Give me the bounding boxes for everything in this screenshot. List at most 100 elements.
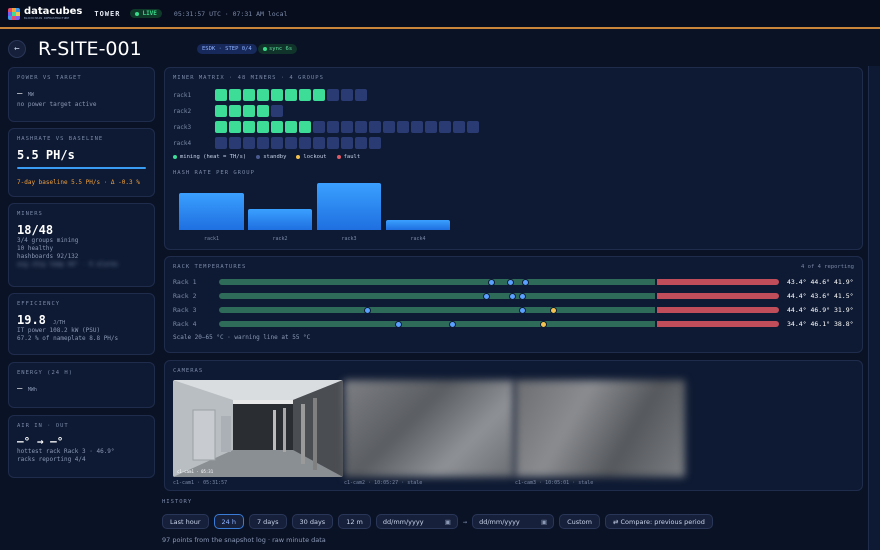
- miner-cell-standby[interactable]: [313, 121, 325, 133]
- temp-row-label: Rack 4: [173, 320, 197, 328]
- miner-cell-standby[interactable]: [327, 137, 339, 149]
- miner-cell-mining[interactable]: [243, 121, 255, 133]
- temp-normal-zone: [219, 279, 656, 285]
- camera-3[interactable]: c1-cam3 · 10:05:01 · stale: [515, 380, 685, 486]
- miner-cell-standby[interactable]: [299, 137, 311, 149]
- miner-cell-mining[interactable]: [229, 105, 241, 117]
- brand-logo[interactable]: datacubes BLOCKCHAIN INFRASTRUCTURE: [8, 7, 82, 20]
- sync-label: sync 6s: [269, 46, 293, 52]
- range-12m-button[interactable]: 12 m: [338, 514, 371, 529]
- camera-2-caption: c1-cam2 · 10:05:27 · stale: [344, 480, 423, 486]
- miner-cell-mining[interactable]: [215, 105, 227, 117]
- range-7d-button[interactable]: 7 days: [248, 514, 287, 529]
- legend-item: mining (heat = TH/s): [173, 154, 246, 160]
- power-unit: MW: [27, 92, 34, 98]
- temp-sensor-point[interactable]: [522, 279, 529, 285]
- temp-sensor-point[interactable]: [519, 293, 526, 299]
- live-label: LIVE: [142, 10, 157, 17]
- miner-cell-standby[interactable]: [271, 105, 283, 117]
- miner-cell-standby[interactable]: [369, 137, 381, 149]
- camera-1-image: [173, 380, 343, 477]
- legend-item: standby: [256, 154, 286, 160]
- efficiency-power: IT power 108.2 kW (PSU): [17, 327, 101, 334]
- miner-cell-standby[interactable]: [439, 121, 451, 133]
- temp-sensor-point[interactable]: [507, 279, 514, 285]
- range-last-hour-button[interactable]: Last hour: [162, 514, 209, 529]
- bar-rack2[interactable]: [248, 209, 312, 230]
- miner-cell-mining[interactable]: [271, 121, 283, 133]
- miner-cell-standby[interactable]: [355, 89, 367, 101]
- miner-cell-standby[interactable]: [229, 137, 241, 149]
- miner-cell-standby[interactable]: [313, 137, 325, 149]
- efficiency-number: 19.8: [17, 313, 46, 327]
- compare-button[interactable]: ⇄ Compare: previous period: [605, 514, 713, 529]
- date-from-input[interactable]: dd/mm/yyyy ▣: [375, 514, 458, 529]
- miner-cell-mining[interactable]: [271, 89, 283, 101]
- camera-1-stamp: c1-cam1 · 05:31: [177, 469, 214, 474]
- live-dot-icon: [135, 11, 140, 16]
- miner-cell-mining[interactable]: [257, 89, 269, 101]
- miner-cell-standby[interactable]: [383, 121, 395, 133]
- miner-cell-standby[interactable]: [341, 121, 353, 133]
- miner-cell-mining[interactable]: [243, 89, 255, 101]
- temp-sensor-point[interactable]: [395, 321, 402, 327]
- back-button[interactable]: ←: [8, 40, 26, 58]
- camera-3-feed[interactable]: [515, 380, 685, 477]
- temp-sensor-point[interactable]: [449, 321, 456, 327]
- bar-rack3[interactable]: [317, 183, 381, 230]
- miner-cell-standby[interactable]: [327, 89, 339, 101]
- miner-cell-standby[interactable]: [425, 121, 437, 133]
- miner-cell-mining[interactable]: [229, 121, 241, 133]
- calendar-icon[interactable]: ▣: [541, 518, 547, 526]
- calendar-icon[interactable]: ▣: [445, 518, 451, 526]
- miner-cell-standby[interactable]: [453, 121, 465, 133]
- side-panel-edge[interactable]: [868, 66, 880, 550]
- miner-cell-standby[interactable]: [397, 121, 409, 133]
- legend-item: fault: [336, 154, 360, 160]
- miner-cell-mining[interactable]: [229, 89, 241, 101]
- date-to-input[interactable]: dd/mm/yyyy ▣: [472, 514, 555, 529]
- miner-cell-standby[interactable]: [341, 89, 353, 101]
- miner-cell-standby[interactable]: [285, 137, 297, 149]
- miner-cell-standby[interactable]: [243, 137, 255, 149]
- miner-cell-mining[interactable]: [299, 89, 311, 101]
- bar-rack4[interactable]: [386, 220, 450, 230]
- temp-sensor-point[interactable]: [483, 293, 490, 299]
- temp-sensor-point[interactable]: [550, 307, 557, 313]
- miner-cell-mining[interactable]: [215, 89, 227, 101]
- energy-card: ENERGY (24 H) — MWh: [8, 362, 155, 408]
- miner-cell-mining[interactable]: [313, 89, 325, 101]
- camera-1-feed[interactable]: c1-cam1 · 05:31: [173, 380, 343, 477]
- camera-2-feed[interactable]: [344, 380, 514, 477]
- miner-cell-standby[interactable]: [215, 137, 227, 149]
- miner-cell-standby[interactable]: [467, 121, 479, 133]
- miner-cell-mining[interactable]: [285, 121, 297, 133]
- miner-cell-standby[interactable]: [411, 121, 423, 133]
- miner-cell-standby[interactable]: [341, 137, 353, 149]
- custom-range-button[interactable]: Custom: [559, 514, 600, 529]
- range-24h-button[interactable]: 24 h: [213, 514, 244, 529]
- miner-cell-mining[interactable]: [215, 121, 227, 133]
- temp-sensor-point[interactable]: [488, 279, 495, 285]
- miner-cell-mining[interactable]: [299, 121, 311, 133]
- camera-2[interactable]: c1-cam2 · 10:05:27 · stale: [344, 380, 514, 486]
- miner-cell-standby[interactable]: [327, 121, 339, 133]
- temp-sensor-point[interactable]: [540, 321, 547, 327]
- card-title: ENERGY (24 H): [17, 370, 74, 376]
- miner-cell-standby[interactable]: [355, 137, 367, 149]
- miner-cell-mining[interactable]: [257, 105, 269, 117]
- bar-label: rack1: [203, 236, 220, 242]
- camera-1[interactable]: c1-cam1 · 05:31 c1-cam1 · 05:31:57: [173, 380, 343, 486]
- miner-cell-standby[interactable]: [355, 121, 367, 133]
- miner-cell-standby[interactable]: [369, 121, 381, 133]
- bar-rack1[interactable]: [179, 193, 244, 230]
- miner-cell-mining[interactable]: [285, 89, 297, 101]
- temp-sensor-point[interactable]: [519, 307, 526, 313]
- miner-cell-mining[interactable]: [243, 105, 255, 117]
- temp-sensor-point[interactable]: [364, 307, 371, 313]
- range-30d-button[interactable]: 30 days: [291, 514, 334, 529]
- miner-cell-standby[interactable]: [271, 137, 283, 149]
- miner-cell-mining[interactable]: [257, 121, 269, 133]
- miner-cell-standby[interactable]: [257, 137, 269, 149]
- temp-sensor-point[interactable]: [509, 293, 516, 299]
